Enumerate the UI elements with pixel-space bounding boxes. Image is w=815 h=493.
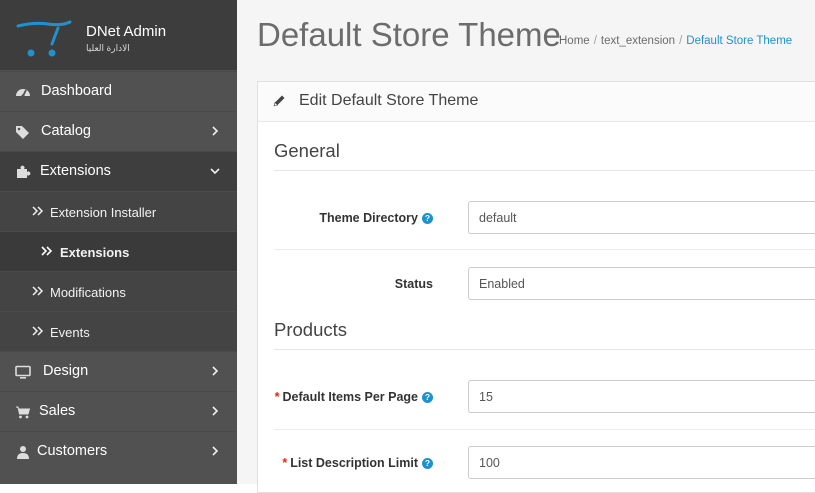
sidebar-item-label: Dashboard [41, 83, 112, 99]
sidebar-item-label: Extensions [40, 163, 111, 179]
items-per-page-label-text: Default Items Per Page [282, 390, 418, 404]
sidebar-item-label: Catalog [41, 123, 91, 139]
breadcrumb-separator: / [593, 35, 597, 47]
sidebar-subitem-label: Extensions [60, 245, 130, 260]
items-per-page-input[interactable]: 15 [468, 380, 815, 413]
sidebar-item-label: Customers [37, 443, 108, 459]
sidebar-item-sales[interactable]: Sales [0, 391, 237, 431]
sidebar-subitem-label: Extension Installer [50, 205, 157, 220]
dashboard-icon [16, 89, 30, 98]
brand-title: DNet Admin [86, 23, 167, 40]
chevron-right-icon [212, 126, 219, 136]
brand-header[interactable]: DNet Admin الادارة العليا [0, 0, 237, 70]
pencil-icon [273, 95, 285, 107]
sidebar-subitem-events[interactable]: Events [0, 311, 237, 351]
description-limit-label: * List Description Limit? [258, 456, 433, 470]
panel-title: Edit Default Store Theme [299, 92, 479, 109]
shopping-cart-icon [16, 406, 31, 419]
sidebar-item-extensions[interactable]: Extensions [0, 151, 237, 191]
theme-directory-input[interactable]: default [468, 201, 815, 234]
required-asterisk: * [282, 456, 288, 470]
sidebar-item-catalog[interactable]: Catalog [0, 111, 237, 151]
sidebar-item-label: Sales [39, 403, 76, 419]
help-icon[interactable]: ? [422, 392, 433, 403]
sidebar-item-dashboard[interactable]: Dashboard [0, 71, 237, 111]
sidebar-subitem-label: Modifications [50, 285, 126, 300]
help-icon[interactable]: ? [422, 458, 433, 469]
sidebar-subitem-modifications[interactable]: Modifications [0, 271, 237, 311]
sidebar-subitem-label: Events [50, 325, 90, 340]
row-divider [274, 249, 815, 250]
required-asterisk: * [274, 390, 280, 404]
panel-heading: Edit Default Store Theme [258, 82, 815, 122]
status-label: Status [394, 277, 433, 291]
breadcrumb-current[interactable]: Default Store Theme [686, 35, 792, 47]
main-content: Default Store Theme Home / text_extension /… [237, 0, 815, 493]
sidebar-item-customers[interactable]: Customers [0, 431, 237, 471]
theme-directory-label: Theme Directory? [258, 211, 433, 225]
description-limit-label-text: List Description Limit [290, 456, 418, 470]
row-divider [274, 429, 815, 430]
edit-panel: Edit Default Store Theme General Theme D… [257, 81, 815, 493]
status-select[interactable]: Enabled [468, 267, 815, 300]
double-chevron-right-icon [32, 206, 44, 216]
sidebar-item-design[interactable]: Design [0, 351, 237, 391]
brand-subtitle: الادارة العليا [86, 43, 130, 53]
breadcrumb-home[interactable]: Home [559, 35, 590, 47]
television-icon [15, 365, 31, 379]
breadcrumb-separator: / [679, 35, 683, 47]
items-per-page-label: * Default Items Per Page? [258, 390, 433, 404]
chevron-down-icon [210, 168, 220, 175]
description-limit-input[interactable]: 100 [468, 446, 815, 479]
sidebar: DNet Admin الادارة العليا Dashboard Cata… [0, 0, 237, 484]
chevron-right-icon [212, 406, 219, 416]
sidebar-item-label: Design [43, 363, 89, 379]
help-icon[interactable]: ? [422, 213, 433, 224]
page-title: Default Store Theme [257, 16, 561, 53]
section-products: Products [274, 319, 815, 350]
chevron-right-icon [212, 366, 219, 376]
cart-logo-icon [16, 20, 72, 57]
sidebar-subitem-extension-installer[interactable]: Extension Installer [0, 191, 237, 231]
breadcrumb: Home / text_extension / Default Store Theme [559, 35, 792, 47]
chevron-right-icon [212, 446, 219, 456]
double-chevron-right-icon [41, 246, 53, 256]
double-chevron-right-icon [32, 326, 44, 336]
tags-icon [16, 126, 29, 139]
sidebar-subitem-extensions[interactable]: Extensions [0, 231, 237, 271]
section-general: General [274, 140, 815, 171]
breadcrumb-text-extension[interactable]: text_extension [601, 35, 675, 47]
user-icon [17, 446, 29, 459]
puzzle-icon [17, 165, 31, 178]
theme-directory-label-text: Theme Directory [319, 211, 418, 225]
double-chevron-right-icon [32, 286, 44, 296]
